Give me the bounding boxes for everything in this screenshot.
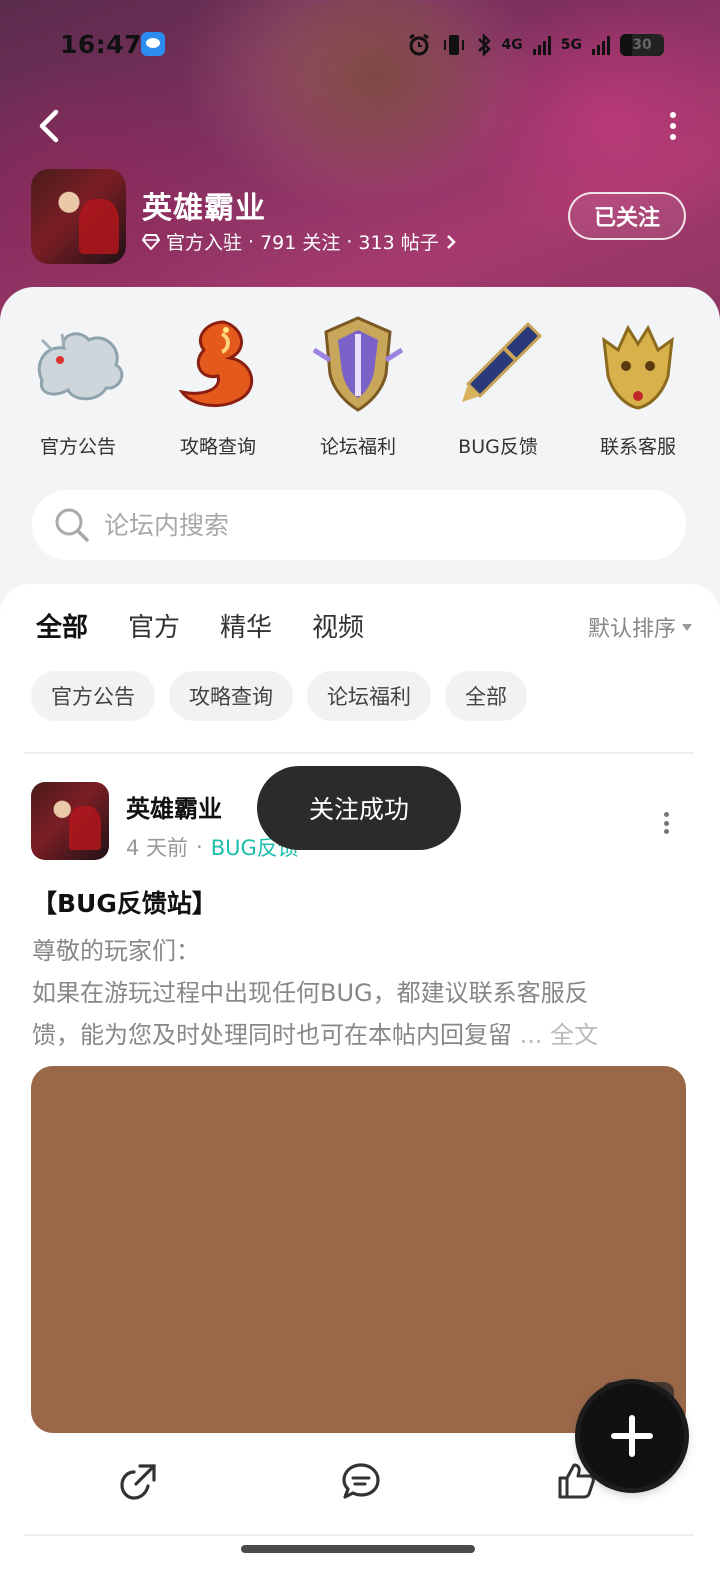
post-time: 4 天前: [126, 836, 189, 860]
tab-all[interactable]: 全部: [36, 607, 88, 653]
sort-label: 默认排序: [587, 617, 676, 642]
vibrate-icon: [443, 35, 464, 55]
plus-icon: [611, 1415, 653, 1457]
status-bar: 16:47 4G 5G 30: [0, 26, 720, 66]
forum-search-bar[interactable]: [32, 490, 686, 560]
fire-dragon-icon: [164, 310, 272, 418]
post-author-avatar[interactable]: [31, 782, 109, 860]
followed-button[interactable]: 已关注: [568, 192, 686, 240]
quick-link-guides[interactable]: 攻略查询: [158, 310, 278, 460]
chip-all[interactable]: 全部: [445, 671, 527, 721]
official-label: 官方入驻: [166, 232, 243, 254]
tab-video[interactable]: 视频: [312, 607, 364, 647]
sort-dropdown[interactable]: 默认排序: [588, 611, 692, 643]
post-image[interactable]: [31, 1066, 686, 1433]
divider: [24, 1534, 694, 1536]
network-5g-label: 5G: [560, 37, 582, 53]
quick-link-customer-service[interactable]: 联系客服: [578, 310, 698, 460]
search-icon: [55, 508, 89, 542]
bluetooth-icon: [477, 32, 491, 58]
status-icons: 4G 5G 30: [406, 30, 664, 60]
comment-button[interactable]: [340, 1460, 384, 1504]
search-input[interactable]: [104, 510, 624, 540]
quick-link-bug-feedback[interactable]: BUG反馈: [438, 310, 558, 460]
comment-icon: [342, 1463, 380, 1499]
post-body[interactable]: 尊敬的玩家们： 如果在游玩过程中出现任何BUG，都建议联系客服反 馈，能为您及时…: [32, 930, 692, 1056]
quick-links: 官方公告 攻略查询 论坛福利 BUG反馈 联系客服: [0, 300, 720, 470]
category-chips: 官方公告 攻略查询 论坛福利 全部: [31, 671, 527, 721]
chevron-left-icon: [39, 109, 59, 143]
divider: [24, 752, 694, 754]
tab-official[interactable]: 官方: [128, 607, 180, 647]
toast-message: 关注成功: [257, 766, 461, 850]
back-button[interactable]: [32, 106, 72, 146]
post-body-line: 馈，能为您及时处理同时也可在本帖内回复留: [32, 1021, 512, 1049]
tab-featured[interactable]: 精华: [220, 607, 272, 647]
quick-link-announcements[interactable]: 官方公告: [18, 310, 138, 460]
signal-bars-icon: [532, 35, 551, 55]
create-post-button[interactable]: [575, 1379, 689, 1493]
share-icon: [120, 1464, 156, 1500]
post-more-button[interactable]: [662, 812, 670, 834]
app-notification-icon: [141, 32, 165, 56]
forum-title: 英雄霸业: [142, 191, 266, 226]
quick-link-label: 论坛福利: [319, 436, 396, 458]
follower-count: 791 关注: [260, 232, 341, 254]
forum-avatar[interactable]: [31, 169, 126, 264]
quick-link-benefits[interactable]: 论坛福利: [298, 310, 418, 460]
silver-dragon-icon: [24, 310, 132, 418]
quick-link-label: 官方公告: [39, 436, 116, 458]
status-time: 16:47: [60, 30, 143, 59]
chip-guides[interactable]: 攻略查询: [169, 671, 293, 721]
ellipsis: ...: [512, 1021, 551, 1049]
quick-link-label: BUG反馈: [458, 436, 538, 458]
chevron-right-icon: [446, 234, 456, 249]
quick-link-label: 攻略查询: [179, 436, 256, 458]
post-author-name[interactable]: 英雄霸业: [126, 789, 222, 824]
caret-down-icon: [682, 623, 692, 631]
post-title[interactable]: 【BUG反馈站】: [32, 884, 217, 920]
battery-level: 30: [632, 37, 652, 53]
chip-announcements[interactable]: 官方公告: [31, 671, 155, 721]
signal-bars-icon: [592, 35, 610, 55]
forum-meta[interactable]: 官方入驻 · 791 关注 · 313 帖子: [142, 228, 457, 255]
share-button[interactable]: [118, 1460, 162, 1504]
home-indicator[interactable]: [241, 1545, 475, 1553]
alarm-icon: [408, 33, 429, 56]
more-options-button[interactable]: [666, 112, 680, 140]
quick-link-label: 联系客服: [599, 436, 676, 458]
meta-separator: ·: [196, 835, 203, 859]
golden-beast-icon: [584, 310, 692, 418]
chip-benefits[interactable]: 论坛福利: [307, 671, 431, 721]
post-body-line: 如果在游玩过程中出现任何BUG，都建议联系客服反: [32, 979, 589, 1007]
post-count: 313 帖子: [358, 232, 439, 254]
post-body-line: 尊敬的玩家们：: [32, 937, 200, 965]
crest-shield-icon: [304, 310, 412, 418]
battery-icon: 30: [620, 34, 664, 56]
diamond-icon: [142, 233, 160, 250]
read-more-link[interactable]: 全文: [550, 1021, 598, 1049]
feed-tabs: 全部 官方 精华 视频: [36, 607, 364, 653]
pen-icon: [444, 310, 552, 418]
network-4g-label: 4G: [501, 37, 523, 53]
